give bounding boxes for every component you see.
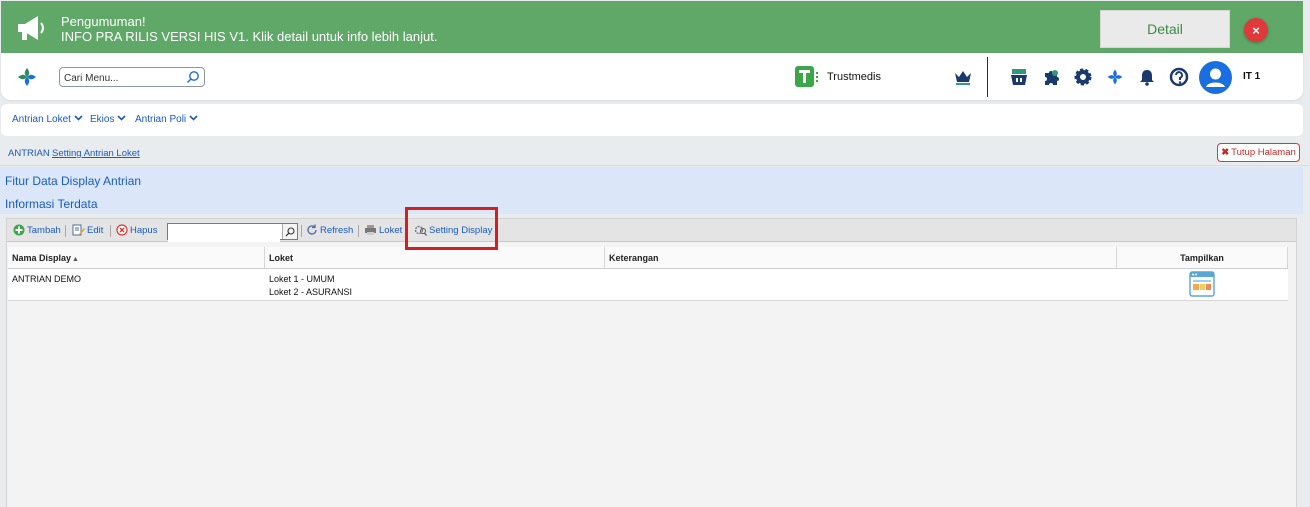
setting-display-button[interactable]: Setting Display bbox=[414, 224, 492, 236]
column-header-nama-display[interactable]: Nama Display▲ bbox=[8, 247, 265, 269]
add-button[interactable]: Tambah bbox=[13, 224, 61, 236]
close-icon: ✖ bbox=[1221, 147, 1230, 158]
top-navbar: Trustmedis IT 1 bbox=[1, 53, 1303, 100]
refresh-button[interactable]: Refresh bbox=[306, 224, 353, 236]
chevron-down-icon bbox=[189, 115, 198, 121]
close-page-label: Tutup Halaman bbox=[1231, 147, 1296, 158]
edit-label: Edit bbox=[87, 224, 104, 236]
toolbar-separator bbox=[407, 225, 408, 237]
cell-nama-display: ANTRIAN DEMO bbox=[12, 274, 82, 284]
crown-icon[interactable] bbox=[952, 66, 974, 88]
grid-toolbar: Tambah Edit Hapus Refresh Loket Setting … bbox=[7, 219, 1296, 242]
sort-ascending-icon: ▲ bbox=[72, 256, 79, 263]
cell-loket: Loket 1 - UMUM Loket 2 - ASURANSI bbox=[269, 273, 352, 299]
search-icon[interactable] bbox=[186, 70, 200, 84]
announcement-message: INFO PRA RILIS VERSI HIS V1. Klik detail… bbox=[61, 29, 438, 44]
delete-icon bbox=[116, 224, 128, 236]
divider bbox=[0, 165, 1310, 166]
grid-search[interactable] bbox=[167, 223, 298, 242]
medical-cross-icon[interactable] bbox=[1104, 66, 1126, 88]
menu-label: Antrian Loket bbox=[12, 114, 71, 125]
user-name: IT 1 bbox=[1243, 71, 1261, 82]
menu-ekios[interactable]: Ekios bbox=[90, 114, 127, 125]
show-display-button[interactable] bbox=[1189, 271, 1215, 301]
column-label: Nama Display bbox=[12, 253, 72, 263]
loket-line: Loket 1 - UMUM bbox=[269, 274, 335, 284]
setting-display-label: Setting Display bbox=[429, 224, 493, 236]
loket-label: Loket bbox=[379, 224, 403, 236]
table-row[interactable]: ANTRIAN DEMO Loket 1 - UMUM Loket 2 - AS… bbox=[8, 269, 1288, 301]
menu-search-input[interactable] bbox=[60, 69, 178, 88]
display-window-icon bbox=[1189, 271, 1215, 297]
table-header: Nama Display▲ Loket Keterangan Tampilkan bbox=[8, 247, 1288, 269]
loket-line: Loket 2 - ASURANSI bbox=[269, 287, 353, 297]
menu-search[interactable] bbox=[59, 67, 205, 88]
announcement-title: Pengumuman! bbox=[61, 14, 146, 29]
chevron-down-icon bbox=[74, 115, 83, 121]
grid-search-button[interactable] bbox=[282, 224, 297, 239]
megaphone-icon bbox=[18, 16, 44, 40]
menu-label: Antrian Poli bbox=[135, 114, 187, 125]
chevron-down-icon bbox=[117, 115, 127, 121]
column-header-keterangan[interactable]: Keterangan bbox=[605, 247, 1117, 269]
refresh-label: Refresh bbox=[320, 224, 354, 236]
breadcrumb-root[interactable]: ANTRIAN bbox=[8, 148, 50, 159]
delete-button[interactable]: Hapus bbox=[116, 224, 157, 236]
close-page-button[interactable]: ✖ Tutup Halaman bbox=[1217, 143, 1300, 162]
gear-icon[interactable] bbox=[1072, 66, 1094, 88]
edit-icon bbox=[72, 224, 85, 236]
delete-label: Hapus bbox=[130, 224, 158, 236]
announcement-banner: Pengumuman! INFO PRA RILIS VERSI HIS V1.… bbox=[1, 1, 1303, 53]
panel-header: Fitur Data Display Antrian Informasi Ter… bbox=[0, 167, 1303, 214]
menu-antrian-loket[interactable]: Antrian Loket bbox=[12, 114, 83, 125]
plus-circle-icon bbox=[13, 224, 25, 236]
toolbar-separator bbox=[301, 225, 302, 237]
printer-icon bbox=[365, 225, 376, 235]
detail-button[interactable]: Detail bbox=[1100, 10, 1230, 48]
navbar-divider bbox=[987, 57, 988, 97]
column-header-loket[interactable]: Loket bbox=[265, 247, 605, 269]
app-logo-icon[interactable] bbox=[16, 66, 38, 88]
module-menu-bar: Antrian Loket Ekios Antrian Poli bbox=[1, 104, 1303, 136]
refresh-icon bbox=[307, 224, 317, 235]
toolbar-separator bbox=[65, 225, 66, 237]
loket-button[interactable]: Loket bbox=[364, 224, 402, 236]
puzzle-icon[interactable] bbox=[1040, 66, 1062, 88]
data-grid-panel: Tambah Edit Hapus Refresh Loket Setting … bbox=[6, 218, 1297, 507]
settings-search-icon bbox=[414, 225, 427, 236]
close-announcement-button[interactable]: × bbox=[1244, 18, 1268, 42]
grid-search-input[interactable] bbox=[168, 227, 280, 242]
add-label: Tambah bbox=[27, 224, 61, 236]
user-icon bbox=[1206, 68, 1225, 87]
edit-button[interactable]: Edit bbox=[72, 224, 103, 236]
breadcrumb-current[interactable]: Setting Antrian Loket bbox=[52, 148, 140, 159]
help-icon[interactable] bbox=[1168, 66, 1190, 88]
menu-label: Ekios bbox=[90, 114, 115, 125]
panel-subtitle: Informasi Terdata bbox=[5, 197, 98, 211]
toolbar-separator bbox=[358, 225, 359, 237]
brand-name: Trustmedis bbox=[827, 71, 881, 83]
basket-icon[interactable] bbox=[1008, 66, 1030, 88]
toolbar-separator bbox=[110, 225, 111, 237]
menu-antrian-poli[interactable]: Antrian Poli bbox=[135, 114, 198, 125]
column-header-tampilkan[interactable]: Tampilkan bbox=[1117, 247, 1288, 269]
search-icon bbox=[285, 226, 295, 236]
breadcrumb: ANTRIAN Setting Antrian Loket bbox=[0, 140, 1310, 164]
panel-title: Fitur Data Display Antrian bbox=[5, 174, 142, 188]
trustmedis-logo-icon bbox=[795, 66, 818, 87]
display-table: Nama Display▲ Loket Keterangan Tampilkan… bbox=[8, 247, 1288, 301]
avatar[interactable] bbox=[1199, 61, 1232, 94]
bell-icon[interactable] bbox=[1136, 66, 1158, 88]
